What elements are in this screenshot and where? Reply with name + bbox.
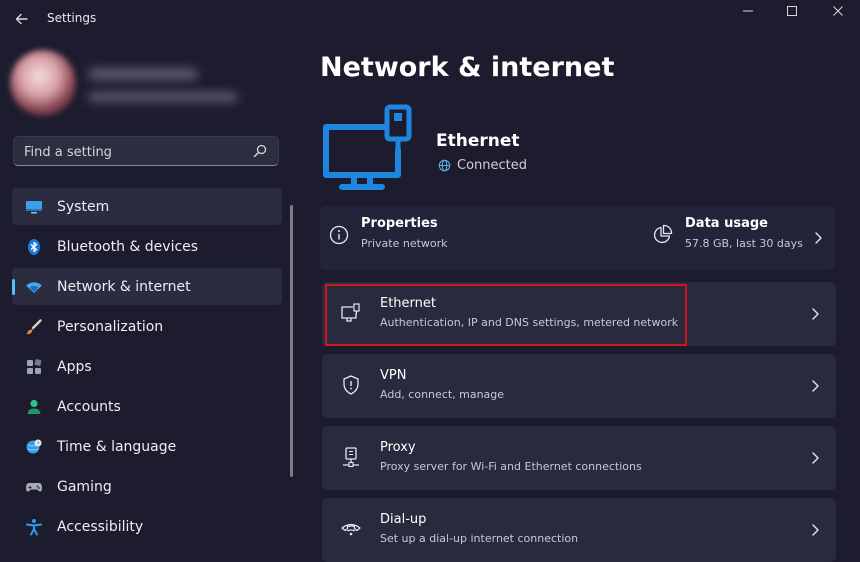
properties-title: Properties [361,216,438,231]
gamepad-icon [25,478,43,496]
sidebar-item-gaming[interactable]: Gaming [12,468,282,505]
sidebar-item-label: Personalization [57,318,164,335]
card-subtitle: Proxy server for Wi-Fi and Ethernet conn… [380,460,642,473]
proxy-server-icon [340,446,362,468]
title-bar: Settings [0,0,860,38]
maximize-button[interactable] [774,3,810,19]
card-title: Proxy [380,440,416,455]
info-icon [328,224,350,246]
chevron-right-icon [808,522,822,538]
sidebar-item-accounts[interactable]: Accounts [12,388,282,425]
sidebar-item-system[interactable]: System [12,188,282,225]
search-box[interactable] [13,136,279,167]
chevron-right-icon [811,230,825,250]
globe-icon [438,159,451,172]
sidebar-item-label: Accessibility [57,518,144,535]
sidebar-item-accessibility[interactable]: Accessibility [12,508,282,545]
blurred-user-email [88,92,238,102]
ethernet-icon [340,302,362,324]
selected-indicator [12,279,15,295]
card-subtitle: Add, connect, manage [380,388,505,401]
minimize-button[interactable] [730,3,766,19]
sidebar-item-network-internet[interactable]: Network & internet [12,268,282,305]
data-usage-title: Data usage [685,216,768,231]
sidebar-item-apps[interactable]: Apps [12,348,282,385]
chevron-right-icon [808,450,822,466]
sidebar-item-label: Network & internet [57,278,191,295]
sidebar-item-label: Bluetooth & devices [57,238,199,255]
chevron-right-icon [808,306,822,322]
display-icon [25,198,43,216]
paintbrush-icon [25,318,43,336]
search-icon[interactable] [252,143,268,159]
properties-button[interactable]: Properties Private network [320,206,570,270]
vpn-card[interactable]: VPN Add, connect, manage [322,354,836,418]
pie-chart-icon [651,224,673,246]
dial-up-phone-icon [340,518,362,540]
connection-status-text: Connected [457,158,528,173]
properties-subtitle: Private network [361,237,448,250]
apps-icon [25,358,43,376]
globe-clock-icon [25,438,43,456]
sidebar-item-label: Gaming [57,478,112,495]
wifi-icon [25,278,43,296]
data-usage-button[interactable]: Data usage 57.8 GB, last 30 days [640,206,835,270]
page-title: Network & internet [320,52,615,83]
app-title: Settings [47,11,97,25]
card-title: Ethernet [380,296,436,311]
connection-name: Ethernet [436,131,520,151]
search-input[interactable] [14,137,256,167]
dial-up-card[interactable]: Dial-up Set up a dial-up internet connec… [322,498,836,562]
card-subtitle: Authentication, IP and DNS settings, met… [380,316,679,329]
properties-panel: Properties Private network Data usage 57… [320,206,835,270]
connection-status: Connected [438,158,527,173]
ethernet-settings-card[interactable]: Ethernet Authentication, IP and DNS sett… [322,282,836,346]
sidebar-nav: System Bluetooth & devices Network & int… [12,188,282,548]
sidebar-item-label: Apps [57,358,92,375]
sidebar-item-bluetooth-devices[interactable]: Bluetooth & devices [12,228,282,265]
sidebar: System Bluetooth & devices Network & int… [0,38,300,558]
sidebar-item-label: System [57,198,110,215]
sidebar-item-label: Accounts [57,398,121,415]
ethernet-computer-icon [320,103,420,199]
bluetooth-icon [25,238,43,256]
accessibility-icon [25,518,43,536]
sidebar-item-label: Time & language [57,438,177,455]
sidebar-item-time-language[interactable]: Time & language [12,428,282,465]
shield-icon [340,374,362,396]
chevron-right-icon [808,378,822,394]
proxy-card[interactable]: Proxy Proxy server for Wi-Fi and Etherne… [322,426,836,490]
user-profile[interactable] [8,50,248,120]
card-title: Dial-up [380,512,427,527]
sidebar-scrollbar[interactable] [290,205,293,477]
person-icon [25,398,43,416]
back-arrow-icon[interactable] [12,9,32,29]
card-subtitle: Set up a dial-up internet connection [380,532,579,545]
blurred-user-name [88,68,198,80]
sidebar-item-personalization[interactable]: Personalization [12,308,282,345]
data-usage-subtitle: 57.8 GB, last 30 days [685,237,803,250]
card-title: VPN [380,368,407,383]
avatar [10,50,76,116]
close-button[interactable] [820,3,856,19]
